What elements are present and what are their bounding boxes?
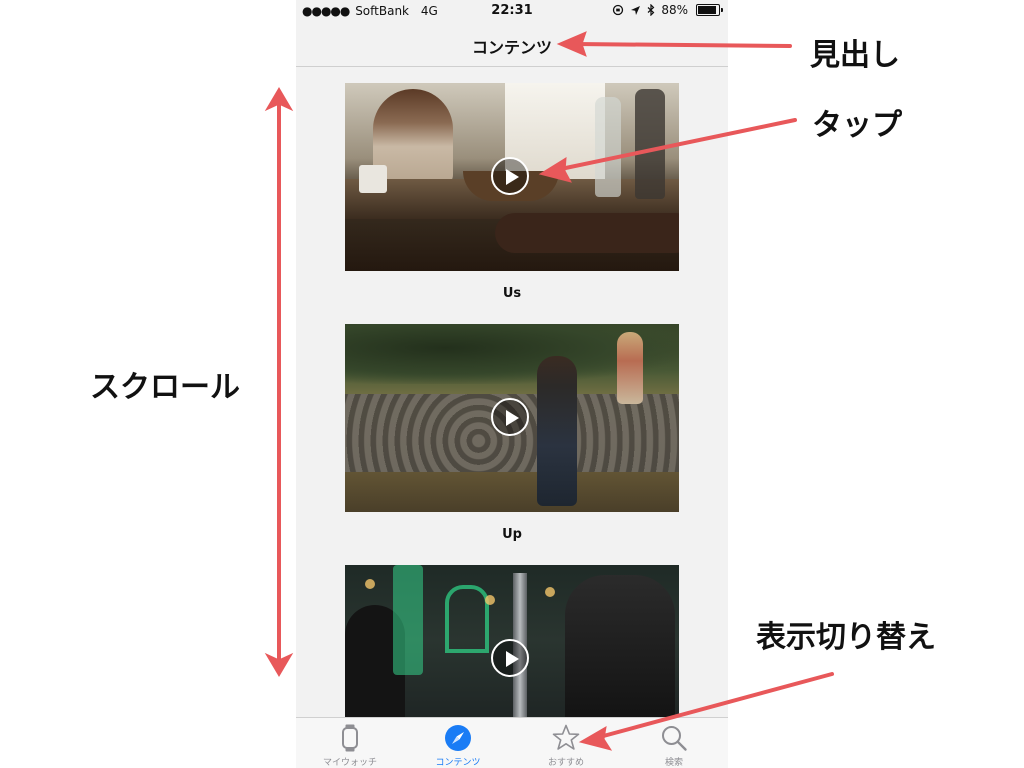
tab-label: おすすめ [547, 758, 584, 768]
annotation-arrowhead-scroll-down [264, 652, 294, 677]
status-right-group: 88% [612, 3, 723, 17]
video-thumbnail[interactable] [345, 565, 679, 717]
compass-icon [445, 725, 471, 751]
video-title: Us [502, 286, 522, 301]
video-thumbnail[interactable] [345, 324, 679, 512]
video-title: Up [502, 527, 522, 542]
video-card[interactable]: Us [345, 83, 679, 301]
video-card[interactable] [345, 565, 679, 717]
tab-content[interactable]: コンテンツ [404, 718, 512, 768]
annotation-scroll-label: スクロール [90, 370, 240, 405]
play-icon[interactable] [491, 639, 529, 677]
orientation-lock-icon [613, 4, 624, 16]
video-card[interactable]: Up [345, 324, 679, 542]
star-icon [552, 724, 580, 750]
annotation-arrowhead-scroll-up [264, 87, 294, 112]
play-icon[interactable] [491, 157, 529, 195]
navigation-bar: コンテンツ [296, 22, 728, 67]
status-bar: ●●●●● SoftBank 4G 22:31 88% [296, 0, 728, 22]
annotation-header-label: 見出し [810, 38, 900, 73]
battery-percent: 88% [661, 3, 688, 17]
search-icon [662, 726, 687, 751]
location-arrow-icon [631, 5, 641, 15]
video-list[interactable]: Us Up [296, 67, 728, 717]
annotation-tap-label: タップ [812, 108, 902, 143]
tab-my-watch[interactable]: マイウォッチ [296, 718, 404, 768]
bluetooth-icon [647, 4, 655, 16]
battery-icon [696, 4, 723, 16]
tab-search[interactable]: 検索 [620, 718, 728, 768]
play-icon[interactable] [491, 398, 529, 436]
tab-label: 検索 [664, 758, 683, 768]
page-title: コンテンツ [471, 38, 552, 57]
phone-screen: ●●●●● SoftBank 4G 22:31 88% コンテンツ Us Up … [296, 0, 728, 768]
tab-label: コンテンツ [435, 758, 481, 768]
tab-bar: マイウォッチ コンテンツ おすすめ 検索 [296, 717, 728, 768]
tab-label: マイウォッチ [322, 758, 377, 768]
watch-icon [342, 724, 358, 752]
annotation-switch-view-label: 表示切り替え [756, 620, 936, 655]
video-thumbnail[interactable] [345, 83, 679, 271]
tab-featured[interactable]: おすすめ [512, 718, 620, 768]
